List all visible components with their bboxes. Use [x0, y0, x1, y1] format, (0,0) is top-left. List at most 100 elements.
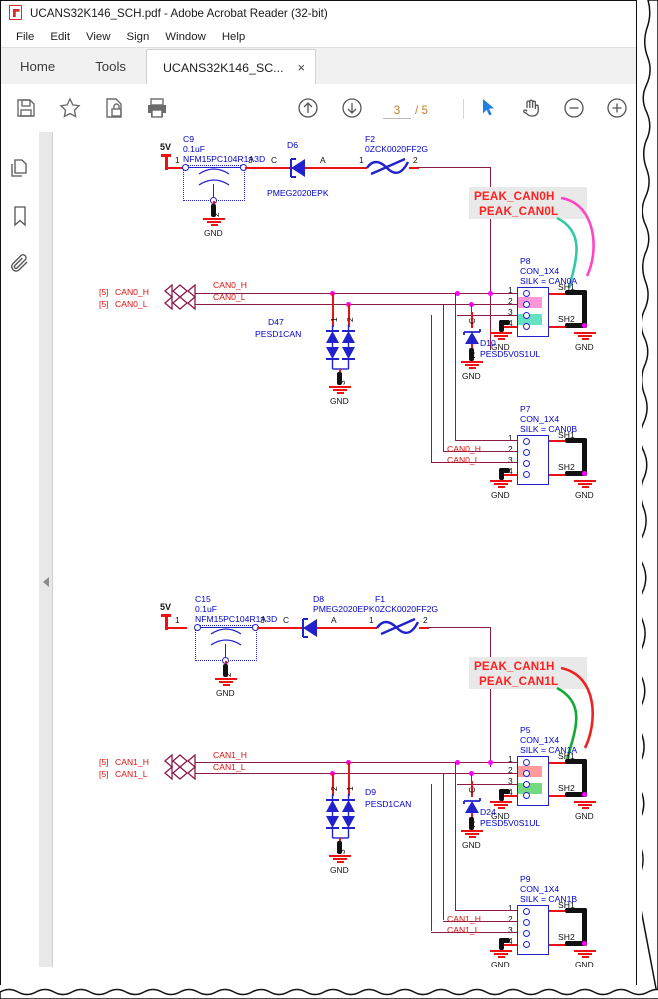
p9-pin1-dot	[523, 908, 530, 915]
p7-pin2-drop	[443, 304, 445, 451]
print-icon[interactable]	[145, 96, 169, 120]
next-page-icon[interactable]	[340, 96, 364, 120]
can1h-net-name: CAN1_H	[115, 757, 149, 767]
menu-edit[interactable]: Edit	[42, 29, 78, 45]
gnd-symbol-p8-shield	[574, 332, 596, 341]
sidebar-collapse-handle[interactable]	[39, 132, 53, 967]
d9-ref: D9	[365, 787, 376, 797]
gnd-label-d24: GND	[462, 840, 481, 850]
gnd-symbol-d10	[461, 361, 483, 370]
supply-label-can1: 5V	[160, 602, 172, 612]
p8-body	[517, 287, 549, 337]
p9-ref: P9	[520, 874, 531, 884]
zoom-out-icon[interactable]	[562, 96, 586, 120]
f1-ref: F1	[375, 594, 386, 604]
zoom-in-icon[interactable]	[605, 96, 629, 120]
page-navigation: 3 / 5	[383, 104, 428, 119]
d24-part: PESD5V0S1UL	[480, 818, 541, 828]
p5-pin1-dot	[523, 759, 530, 766]
menu-sign[interactable]: Sign	[118, 29, 157, 45]
select-tool-icon[interactable]	[476, 96, 500, 120]
previous-page-icon[interactable]	[296, 96, 320, 120]
can1l-offpage-connector	[164, 766, 196, 780]
can0l-offpage-connector	[164, 296, 196, 310]
c9-pin2: 2	[211, 212, 221, 217]
can0h-bus-wire	[195, 293, 491, 295]
bookmarks-icon[interactable]	[8, 204, 32, 228]
close-icon[interactable]: ×	[298, 61, 306, 74]
p7-ref: P7	[520, 404, 531, 414]
f1-pin1: 1	[369, 615, 374, 625]
c9-pin3: 3	[248, 155, 253, 165]
p9-can1l-label: CAN1_L	[447, 925, 480, 935]
gnd-label-c9: GND	[204, 228, 223, 238]
p7-pin3-drop	[431, 315, 433, 462]
can0h-sheet-ref: [5]	[99, 287, 109, 297]
p7-pin2-dot	[523, 449, 530, 456]
f1-in-wire	[327, 627, 377, 629]
d6-ref: D6	[287, 140, 298, 150]
tab-home[interactable]: Home	[0, 49, 76, 84]
p8-pin4-stub-v	[499, 320, 504, 332]
d9-pin2-wire	[332, 773, 334, 796]
d24-ref: D24	[480, 807, 496, 817]
title-bar: UCANS32K146_SCH.pdf - Adobe Acrobat Read…	[0, 0, 636, 27]
p9-pin1: 1	[508, 903, 513, 913]
c9-value: 0.1uF	[183, 144, 205, 154]
p7-pin1-drop	[455, 293, 457, 441]
p7-shield-junction	[582, 471, 587, 476]
save-icon[interactable]	[14, 96, 38, 120]
p8-pin1-wire	[490, 293, 517, 295]
protect-document-icon[interactable]	[102, 96, 126, 120]
d9-pin3: 3	[337, 849, 347, 854]
d6-part: PMEG2020EPK	[267, 188, 329, 198]
can1l-sheet-ref: [5]	[99, 769, 109, 779]
d8-part: PMEG2020EPK	[313, 604, 375, 614]
pdf-page-view[interactable]: 5V 1 C9 0.1uF NFM15PC104R1A3D 2 GND 3 D6…	[53, 132, 636, 967]
d8-diode-symbol	[302, 618, 317, 638]
p8-pin2-wire	[471, 304, 517, 306]
page-thumbnails-icon[interactable]	[8, 157, 32, 181]
d47-ref: D47	[268, 317, 284, 327]
can1-pin1-junction	[488, 760, 493, 765]
d47-pin3: 3	[337, 380, 347, 385]
supply-wire-can1	[165, 627, 187, 629]
gnd-label-p5-shield: GND	[575, 811, 594, 821]
gnd-label-p7: GND	[491, 490, 510, 500]
c9-pin1-dot	[182, 164, 189, 171]
p8-type: CON_1X4	[520, 266, 560, 276]
p7-pin1-wire	[455, 440, 517, 442]
tab-tools[interactable]: Tools	[75, 49, 146, 84]
d10-gnd-stub	[469, 348, 474, 361]
f2-to-conn-wire	[417, 167, 491, 169]
cap-pin1-can0: 1	[175, 155, 180, 165]
acrobat-reader-window: UCANS32K146_SCH.pdf - Adobe Acrobat Read…	[0, 0, 658, 999]
menu-window[interactable]: Window	[157, 29, 214, 45]
menu-file[interactable]: File	[8, 29, 42, 45]
menu-help[interactable]: Help	[214, 29, 253, 45]
p5-pin4-stub-v	[499, 789, 504, 801]
p7-pin2: 2	[508, 444, 513, 454]
d8-pin-a: A	[331, 615, 337, 625]
p7-pin1-dot	[523, 438, 530, 445]
page-number-input[interactable]: 3	[383, 104, 411, 119]
p5-type: CON_1X4	[520, 735, 560, 745]
gnd-label-d9: GND	[330, 865, 349, 875]
tab-document[interactable]: UCANS32K146_SC... ×	[145, 49, 317, 85]
can0l-sheet-ref: [5]	[99, 299, 109, 309]
p7-pin1: 1	[508, 433, 513, 443]
menu-view[interactable]: View	[78, 29, 118, 45]
c15-pin1-dot	[194, 624, 201, 631]
star-icon[interactable]	[58, 96, 82, 120]
f2-ref: F2	[365, 134, 376, 144]
p5-pin1-wire	[490, 762, 517, 764]
d47-pin2: 2	[345, 317, 355, 322]
p8-pin3-wire	[457, 315, 517, 317]
p7-pin3: 3	[508, 455, 513, 465]
can1l-net-name: CAN1_L	[115, 769, 148, 779]
attachments-icon[interactable]	[8, 251, 32, 275]
p9-pin2: 2	[508, 914, 513, 924]
hand-tool-icon[interactable]	[519, 96, 543, 120]
p8-pin4-dot	[523, 323, 530, 330]
window-border-top	[0, 0, 637, 1]
